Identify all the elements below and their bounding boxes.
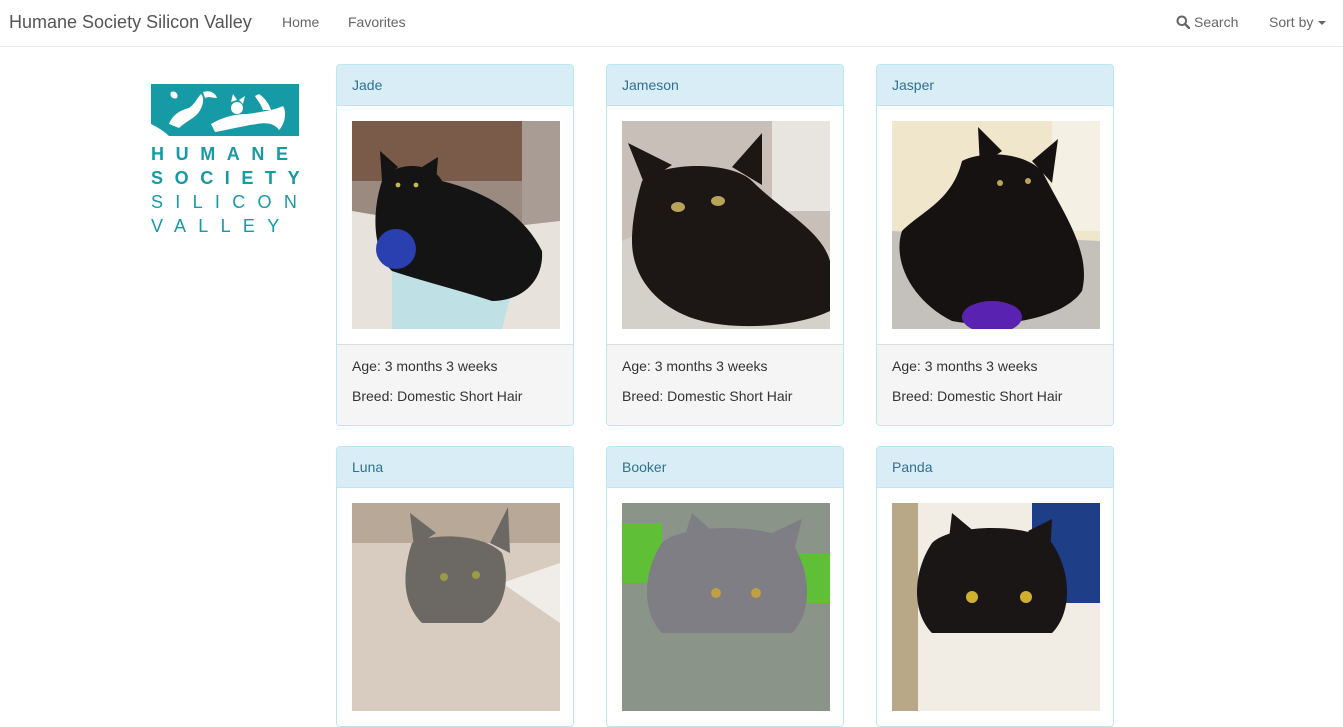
caret-down-icon <box>1318 21 1327 25</box>
pet-card[interactable]: Booker <box>606 446 844 727</box>
navbar: Humane Society Silicon Valley Home Favor… <box>0 0 1343 47</box>
search-icon <box>1176 15 1191 30</box>
pet-name[interactable]: Luna <box>337 447 573 488</box>
pet-name[interactable]: Jasper <box>877 65 1113 106</box>
pet-card[interactable]: Luna <box>336 446 574 727</box>
pet-card[interactable]: Jasper Age: 3 months 3 weeks Breed: Dome… <box>876 64 1114 426</box>
logo-line-humane: HUMANE <box>151 144 300 164</box>
pet-breed: Breed: Domestic Short Hair <box>892 388 1063 404</box>
logo-line-valley: VALLEY <box>151 216 292 236</box>
pet-card[interactable]: Jade Age: 3 months 3 weeks Breed: Domest… <box>336 64 574 426</box>
pet-card-footer: Age: 3 months 3 weeks Breed: Domestic Sh… <box>607 344 843 425</box>
pet-photo[interactable] <box>352 503 560 711</box>
pet-card-body <box>607 106 843 344</box>
sort-by-label: Sort by <box>1269 14 1314 30</box>
pet-card-body <box>337 488 573 726</box>
pet-age: Age: 3 months 3 weeks <box>622 358 768 374</box>
nav-favorites-link[interactable]: Favorites <box>348 14 406 30</box>
pet-age: Age: 3 months 3 weeks <box>352 358 498 374</box>
sort-by-dropdown[interactable]: Sort by <box>1269 14 1327 30</box>
pet-card-body <box>877 488 1113 726</box>
pet-breed: Breed: Domestic Short Hair <box>622 388 793 404</box>
pet-photo[interactable] <box>892 121 1100 329</box>
pet-card-body <box>607 488 843 726</box>
pet-name[interactable]: Booker <box>607 447 843 488</box>
nav-home-link[interactable]: Home <box>282 14 319 30</box>
pet-photo[interactable] <box>352 121 560 329</box>
pet-card[interactable]: Panda <box>876 446 1114 727</box>
pet-photo[interactable] <box>622 121 830 329</box>
brand-link[interactable]: Humane Society Silicon Valley <box>9 12 252 33</box>
pet-card-footer: Age: 3 months 3 weeks Breed: Domestic Sh… <box>877 344 1113 425</box>
pet-name[interactable]: Jameson <box>607 65 843 106</box>
pet-name[interactable]: Jade <box>337 65 573 106</box>
pet-photo[interactable] <box>622 503 830 711</box>
pet-name[interactable]: Panda <box>877 447 1113 488</box>
pet-card-body <box>337 106 573 344</box>
pet-card[interactable]: Jameson Age: 3 months 3 weeks Breed: Dom… <box>606 64 844 426</box>
nav-search-link[interactable]: Search <box>1176 14 1238 30</box>
humane-society-logo: HUMANE SOCIETY SILICON VALLEY <box>151 84 301 238</box>
pet-breed: Breed: Domestic Short Hair <box>352 388 523 404</box>
pet-card-footer: Age: 3 months 3 weeks Breed: Domestic Sh… <box>337 344 573 425</box>
pet-photo[interactable] <box>892 503 1100 711</box>
nav-search-label: Search <box>1194 14 1239 30</box>
pet-card-body <box>877 106 1113 344</box>
logo-animals-graphic <box>151 84 299 136</box>
pet-age: Age: 3 months 3 weeks <box>892 358 1038 374</box>
logo-line-society: SOCIETY <box>151 168 312 188</box>
logo-wordmark: HUMANE SOCIETY SILICON VALLEY <box>151 142 301 238</box>
logo-line-silicon: SILICON <box>151 192 310 212</box>
